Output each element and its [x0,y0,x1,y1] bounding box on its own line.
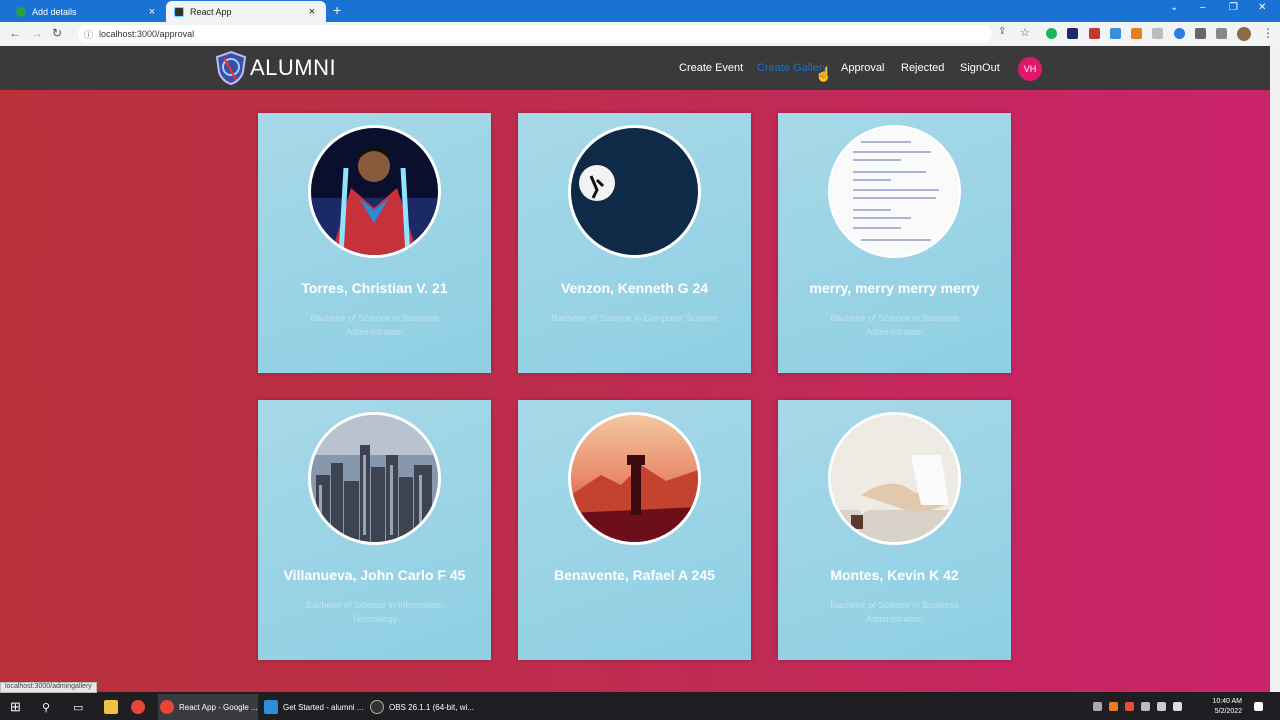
alumni-photo [308,125,441,258]
minimize-icon[interactable]: – [1200,2,1206,13]
taskbar-vscode-window[interactable]: Get Started - alumni ... [264,694,364,720]
user-avatar[interactable]: VH [1018,57,1042,81]
alumni-card[interactable]: Venzon, Kenneth G 24 Bachelor of Science… [518,113,751,373]
alumni-photo [308,412,441,545]
alumni-card[interactable]: merry, merry merry merry Bachelor of Sci… [778,113,1011,373]
alumni-card[interactable]: Torres, Christian V. 21 Bachelor of Scie… [258,113,491,373]
url-text: localhost:3000/approval [99,29,195,39]
taskbar-chrome-window[interactable]: React App - Google ... [158,694,258,720]
share-icon[interactable]: ⇪ [998,26,1006,37]
logo-text: ALUMNI [250,55,337,80]
alumni-name: Villanueva, John Carlo F 45 [283,567,466,583]
alumni-course: Bachelor of Science in Business Administ… [830,313,959,337]
clock-date: 5/2/2022 [1214,708,1242,715]
app-page: ALUMNI Create Event Create Gallery ☝ App… [0,46,1270,692]
alumni-course: Bachelor of Science in Information Techn… [305,600,444,624]
extensions-puzzle-icon[interactable] [1195,28,1206,39]
tab-title: Add details [32,6,77,17]
mouse-cursor-icon: ☝ [815,66,833,82]
tab-react-app[interactable]: React App × [166,1,326,22]
address-bar[interactable]: ⓘ localhost:3000/approval [78,25,992,43]
address-bar-row: ← → ↻ ⓘ localhost:3000/approval ⇪ ☆ ⋮ [0,22,1280,46]
close-window-icon[interactable]: ✕ [1258,2,1266,13]
restore-icon[interactable]: ❐ [1229,2,1238,13]
nav-rejected[interactable]: Rejected [901,62,944,74]
vscode-icon [264,700,278,714]
task-view-icon[interactable]: ▭ [73,694,83,720]
alumni-course: Bachelor of Science in Business Administ… [830,600,959,624]
file-explorer-icon[interactable] [104,694,123,720]
chrome-icon[interactable] [131,694,150,720]
nav-create-event[interactable]: Create Event [679,62,743,74]
alumni-card[interactable]: Montes, Kevin K 42 Bachelor of Science i… [778,400,1011,660]
clock-time: 10:40 AM [1212,698,1242,705]
chrome-icon [160,700,174,714]
network-icon[interactable] [1157,702,1166,711]
tray-icon[interactable] [1109,702,1118,711]
extension-icon[interactable] [1046,28,1057,39]
close-tab-icon[interactable]: × [306,6,318,18]
alumni-name: merry, merry merry merry [809,280,980,296]
extension-icon[interactable] [1067,28,1078,39]
start-icon[interactable]: ⊞ [10,694,21,720]
tray-icon[interactable] [1125,702,1134,711]
nav-signout[interactable]: SignOut [960,62,1000,74]
bookmark-star-icon[interactable]: ☆ [1020,26,1030,39]
tab-search-icon[interactable]: ⌄ [1170,2,1178,13]
tab-add-details[interactable]: Add details × [8,1,166,22]
alumni-photo [828,412,961,545]
tray-icon[interactable] [1093,702,1102,711]
reload-icon[interactable]: ↻ [52,26,62,40]
info-icon[interactable]: ⓘ [84,28,93,41]
alumni-photo [568,412,701,545]
extension-icon[interactable] [1152,28,1163,39]
back-icon[interactable]: ← [9,26,21,40]
app-navbar: ALUMNI Create Event Create Gallery ☝ App… [0,46,1270,90]
extension-icon[interactable] [1110,28,1121,39]
alumni-course: Bachelor of Science in Business Administ… [310,313,439,337]
side-panel-icon[interactable] [1216,28,1227,39]
alumni-photo [828,125,961,258]
tray-icon[interactable] [1141,702,1150,711]
extension-icon[interactable] [1089,28,1100,39]
alumni-photo [568,125,701,258]
alumni-card[interactable]: Benavente, Rafael A 245 [518,400,751,660]
metamask-icon[interactable] [1131,28,1142,39]
profile-avatar[interactable] [1237,27,1251,41]
search-icon[interactable]: ⚲ [42,694,50,720]
shield-logo-icon [214,50,248,86]
tab-title: React App [190,6,232,17]
forward-icon[interactable]: → [31,26,43,40]
alumni-name: Montes, Kevin K 42 [830,567,959,583]
taskbar-label: Get Started - alumni ... [283,702,364,712]
browser-tab-strip: Add details × React App × + ⌄ – ❐ ✕ [0,0,1280,22]
taskbar-label: OBS 26.1.1 (64-bit, wi... [389,702,474,712]
obs-icon [370,700,384,714]
alumni-course: Bachelor of Science in Computer Science [551,313,718,323]
new-tab-icon[interactable]: + [333,2,341,18]
close-tab-icon[interactable]: × [146,6,158,18]
status-bar-url: localhost:3000/admingallery [0,682,97,693]
menu-kebab-icon[interactable]: ⋮ [1262,26,1274,40]
alumni-card[interactable]: Villanueva, John Carlo F 45 Bachelor of … [258,400,491,660]
extension-icon[interactable] [1174,28,1185,39]
alumni-name: Torres, Christian V. 21 [301,280,448,296]
favicon-icon [16,6,26,17]
alumni-name: Venzon, Kenneth G 24 [560,280,709,296]
taskbar-obs-window[interactable]: OBS 26.1.1 (64-bit, wi... [370,694,480,720]
volume-icon[interactable] [1173,702,1182,711]
windows-taskbar: ⊞ ⚲ ▭ React App - Google ... Get Started… [0,694,1280,720]
page-scrollbar[interactable] [1270,46,1280,692]
nav-approval[interactable]: Approval [841,62,884,74]
brand-logo[interactable]: ALUMNI [214,50,336,86]
taskbar-clock[interactable]: 10:40 AM 5/2/2022 [1198,697,1242,717]
alumni-name: Benavente, Rafael A 245 [554,567,715,583]
notification-icon[interactable] [1254,702,1263,711]
favicon-icon [174,6,184,17]
taskbar-label: React App - Google ... [179,702,258,712]
